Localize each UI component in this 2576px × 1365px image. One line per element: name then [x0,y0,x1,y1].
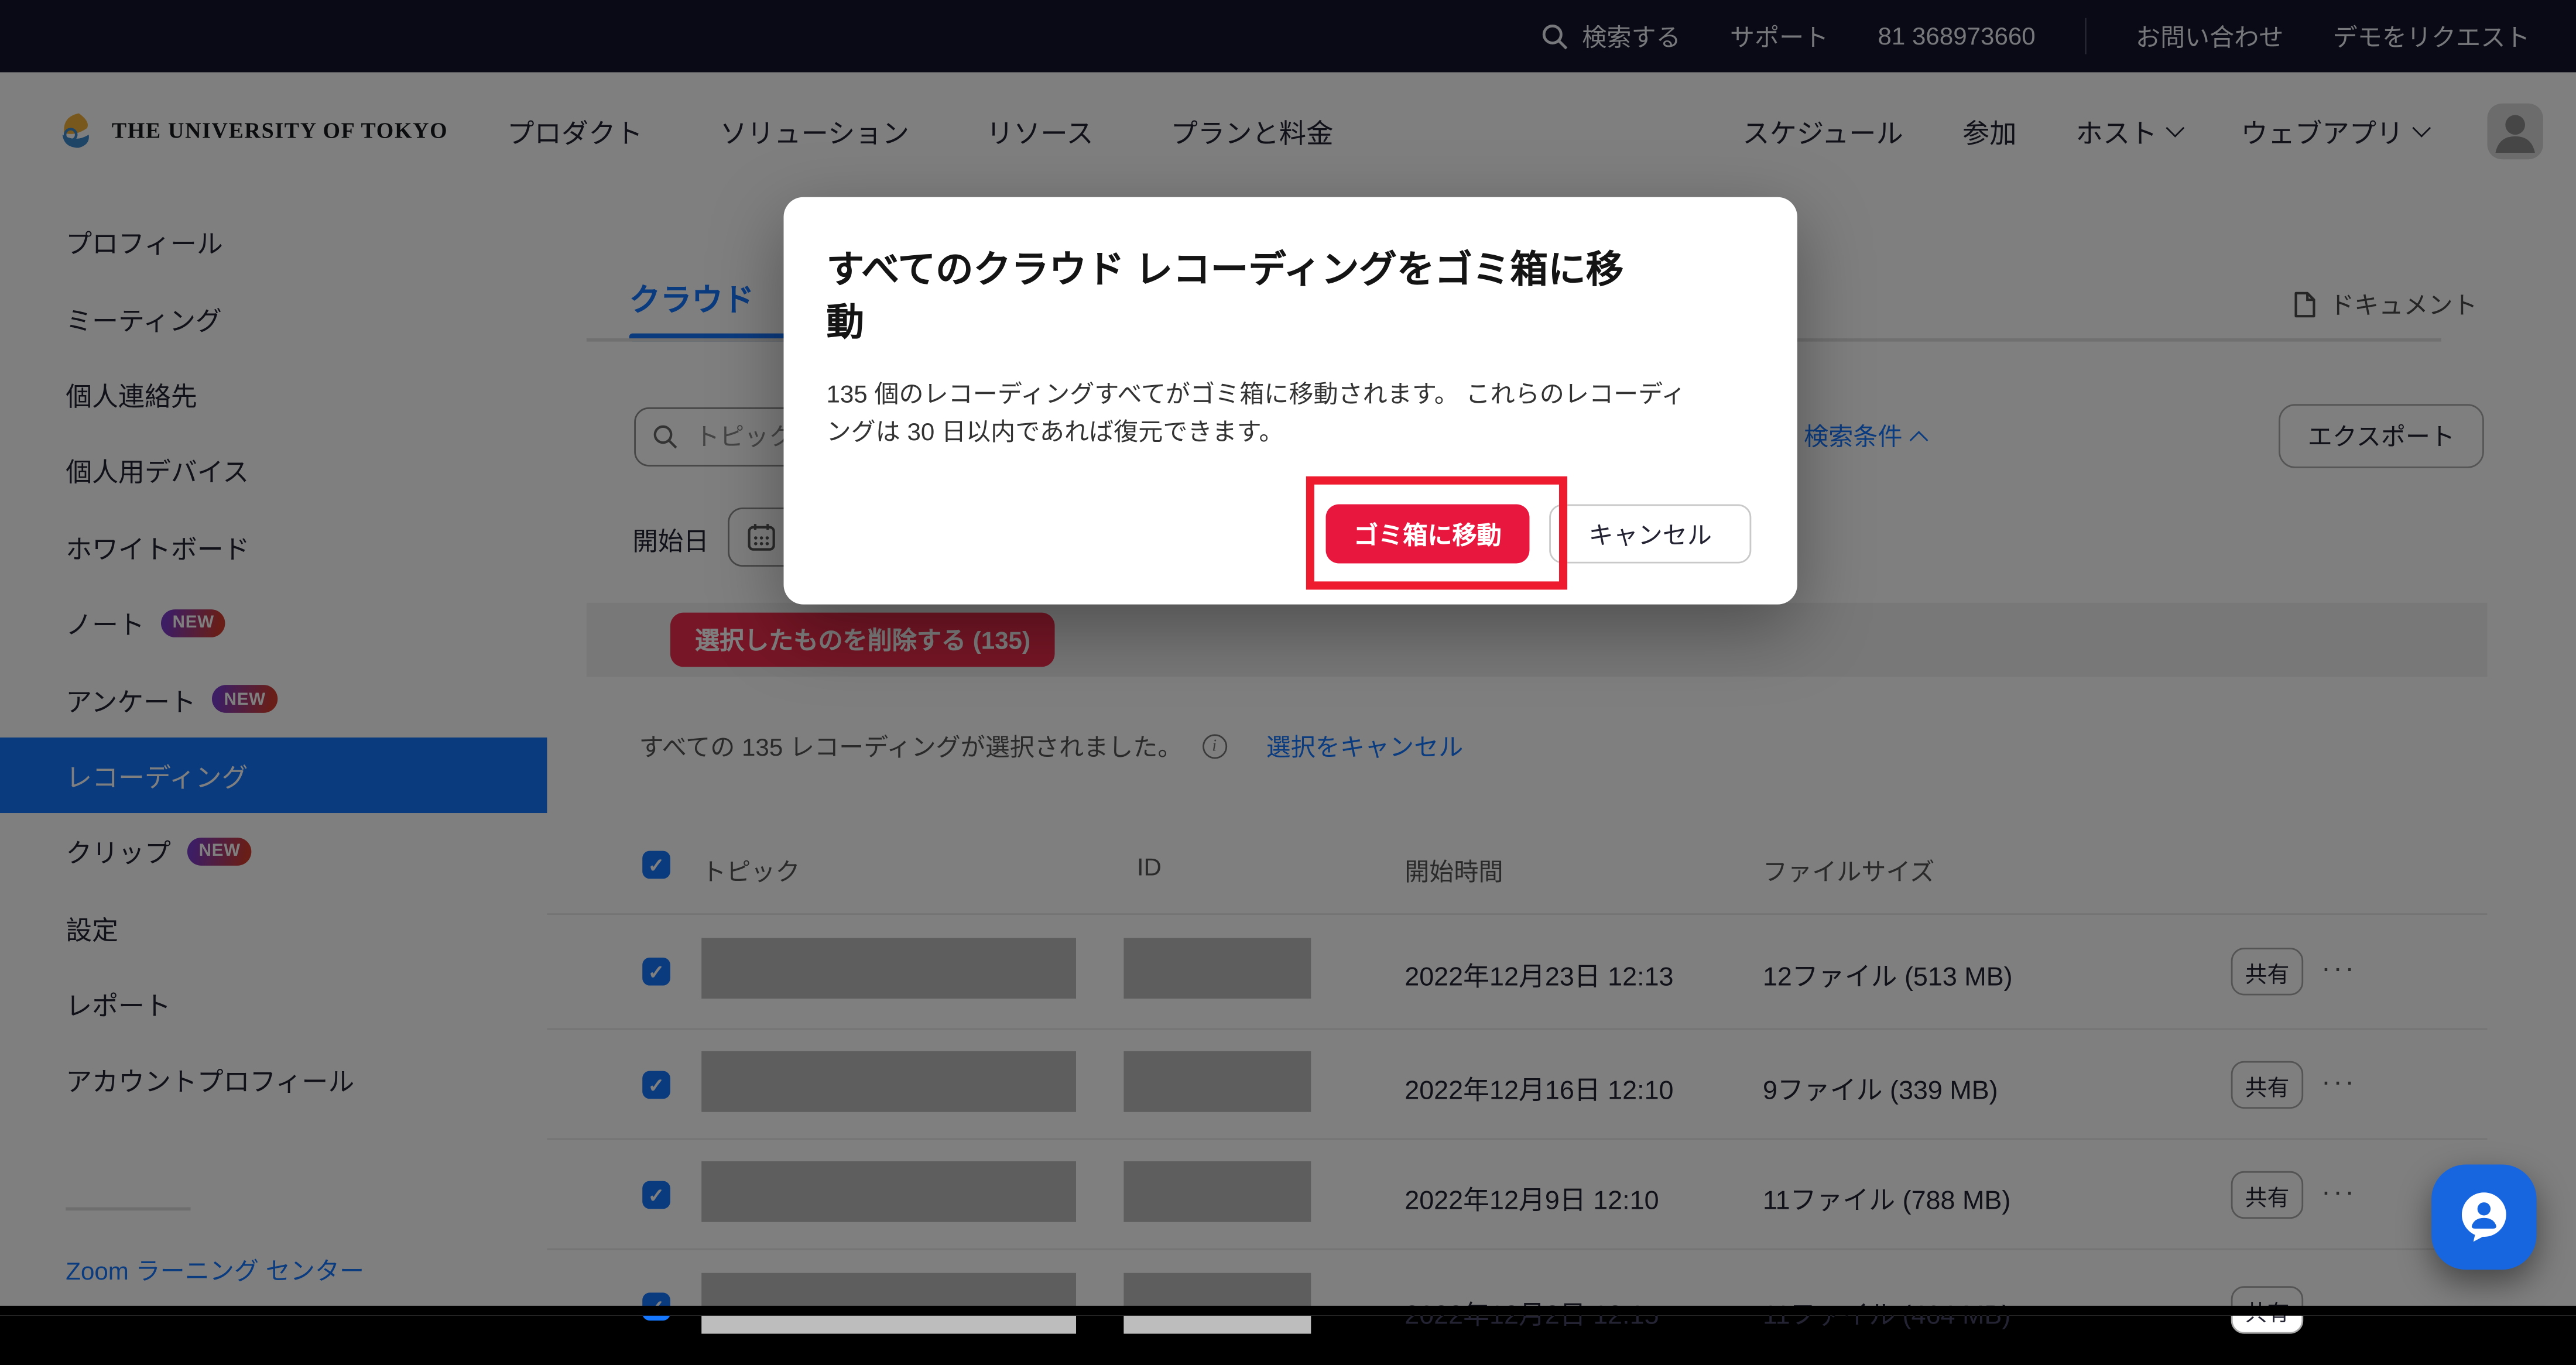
bottom-edge-bar [0,1306,2576,1315]
cancel-button[interactable]: キャンセル [1549,504,1751,563]
move-to-trash-modal: すべてのクラウド レコーディングをゴミ箱に移動 135 個のレコーディングすべて… [784,197,1797,605]
chat-person-icon [2454,1188,2513,1247]
annotation-highlight-box [1306,476,1567,590]
zoom-web-portal: 検索する サポート 81 368973660 お問い合わせ デモをリクエスト T… [0,0,2576,1315]
support-chat-button[interactable] [2431,1165,2537,1270]
modal-title: すべてのクラウド レコーディングをゴミ箱に移動 [826,243,1656,348]
modal-body-text: 135 個のレコーディングすべてがゴミ箱に移動されます。 これらのレコーディング… [826,376,1705,452]
